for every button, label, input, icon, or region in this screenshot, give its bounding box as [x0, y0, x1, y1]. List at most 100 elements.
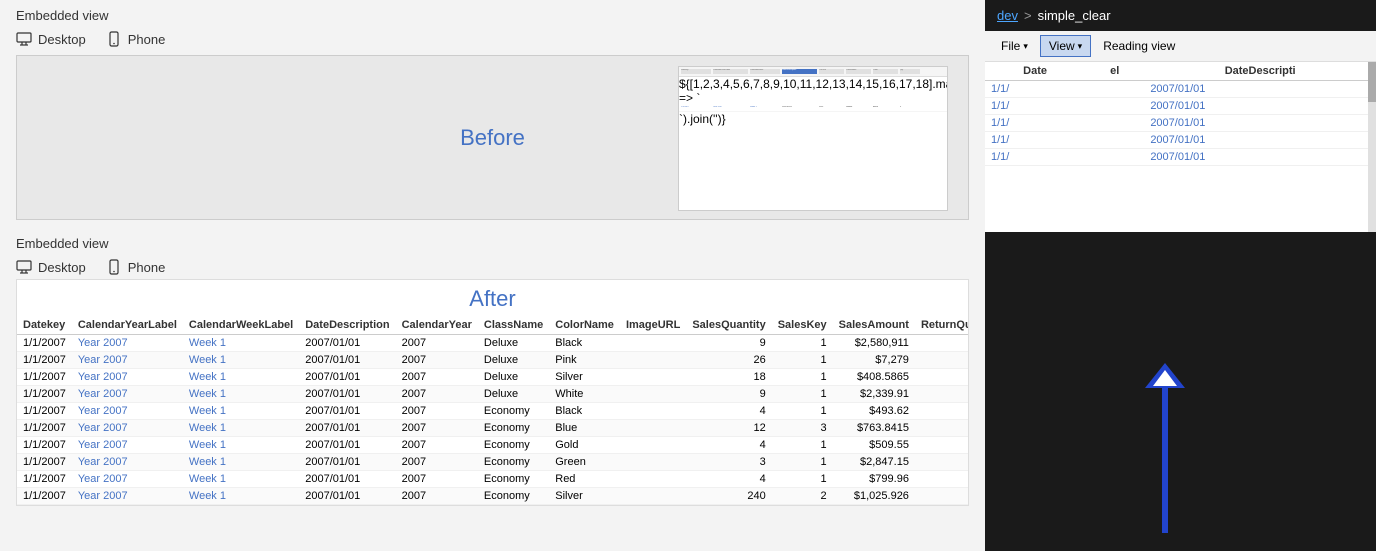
- table-cell: Year 2007: [72, 335, 183, 352]
- table-cell: Week 1: [183, 471, 299, 488]
- table-cell: Economy: [478, 437, 549, 454]
- table-cell: Year 2007: [72, 437, 183, 454]
- file-label: File: [1001, 39, 1020, 53]
- desktop-icon-1: [16, 31, 32, 47]
- table-cell: 2007/01/01: [299, 369, 395, 386]
- col-imageurl: ImageURL: [620, 316, 686, 335]
- col-returnquantity: ReturnQuantity: [915, 316, 968, 335]
- table-cell: Deluxe: [478, 335, 549, 352]
- table-cell: Year 2007: [72, 454, 183, 471]
- table-cell: $2,847.15: [833, 454, 915, 471]
- before-thumbnail: Datekey CalendarYearLabel CalendarWeek D…: [678, 66, 948, 211]
- table-cell: Economy: [478, 488, 549, 505]
- table-cell: Red: [549, 471, 620, 488]
- table-cell: $493.62: [833, 403, 915, 420]
- table-row: 1/1/2007Year 2007Week 12007/01/012007Del…: [17, 335, 968, 352]
- scrollbar-thumb[interactable]: [1368, 62, 1376, 102]
- table-cell: [620, 386, 686, 403]
- table-cell: [620, 488, 686, 505]
- right-col-date: Date: [985, 62, 1085, 81]
- right-col-datedescripti: DateDescripti: [1144, 62, 1376, 81]
- right-scrollbar[interactable]: [1368, 62, 1376, 232]
- table-cell: Green: [549, 454, 620, 471]
- table-cell: 9: [686, 386, 771, 403]
- table-cell: 1: [915, 352, 968, 369]
- table-cell: 1: [915, 454, 968, 471]
- table-cell: 2007: [396, 386, 478, 403]
- table-cell: 1: [772, 403, 833, 420]
- reading-view-button[interactable]: Reading view: [1095, 36, 1183, 56]
- table-cell: $408.5865: [833, 369, 915, 386]
- view-toggle-2: Desktop Phone: [0, 255, 985, 279]
- table-cell: 4: [686, 437, 771, 454]
- upward-arrow: [1125, 358, 1205, 538]
- table-cell: Year 2007: [72, 420, 183, 437]
- table-cell: White: [549, 386, 620, 403]
- table-cell: Week 1: [183, 437, 299, 454]
- table-cell: 1: [915, 488, 968, 505]
- table-cell: $1,025.926: [833, 488, 915, 505]
- phone-icon-1: [106, 31, 122, 47]
- desktop-label-2: Desktop: [38, 260, 86, 275]
- table-cell: Year 2007: [72, 386, 183, 403]
- table-cell: 1/1/2007: [17, 352, 72, 369]
- table-cell: Gold: [549, 437, 620, 454]
- after-section: After Datekey CalendarYearLabel Calendar…: [16, 279, 969, 506]
- table-cell: 18: [686, 369, 771, 386]
- table-cell: Week 1: [183, 488, 299, 505]
- table-row: 1/1/2007Year 2007Week 12007/01/012007Del…: [17, 386, 968, 403]
- phone-icon-2: [106, 259, 122, 275]
- table-cell: 1: [772, 369, 833, 386]
- table-row: 1/1/2007Year 2007Week 12007/01/012007Eco…: [17, 420, 968, 437]
- table-cell: Economy: [478, 403, 549, 420]
- right-table-row: 1/1/2007/01/01: [985, 132, 1376, 149]
- right-panel: dev > simple_clear File ▾ View ▾ Reading…: [985, 0, 1376, 551]
- view-button[interactable]: View ▾: [1040, 35, 1091, 57]
- col-calendaryearlabel: CalendarYearLabel: [72, 316, 183, 335]
- view-toggle-1: Desktop Phone: [0, 27, 985, 55]
- file-button[interactable]: File ▾: [993, 36, 1036, 56]
- desktop-toggle-1[interactable]: Desktop: [16, 31, 86, 47]
- table-cell: 0: [915, 437, 968, 454]
- table-cell: $2,580,911: [833, 335, 915, 352]
- table-cell: [620, 403, 686, 420]
- right-table-area: Date el DateDescripti 1/1/2007/01/01 1/1…: [985, 62, 1376, 232]
- table-cell: 2007: [396, 471, 478, 488]
- table-cell: 26: [686, 352, 771, 369]
- col-calendarweeklabel: CalendarWeekLabel: [183, 316, 299, 335]
- phone-toggle-2[interactable]: Phone: [106, 259, 166, 275]
- table-cell: Week 1: [183, 335, 299, 352]
- table-cell: Blue: [549, 420, 620, 437]
- table-row: 1/1/2007Year 2007Week 12007/01/012007Eco…: [17, 471, 968, 488]
- table-cell: 2007/01/01: [299, 386, 395, 403]
- right-partial-table: Date el DateDescripti 1/1/2007/01/01 1/1…: [985, 62, 1376, 166]
- table-cell: $7,279: [833, 352, 915, 369]
- table-cell: 0: [915, 369, 968, 386]
- breadcrumb-separator: >: [1024, 8, 1032, 23]
- table-cell: 12: [686, 420, 771, 437]
- desktop-toggle-2[interactable]: Desktop: [16, 259, 86, 275]
- table-cell: Black: [549, 335, 620, 352]
- table-cell: Year 2007: [72, 352, 183, 369]
- phone-toggle-1[interactable]: Phone: [106, 31, 166, 47]
- col-datekey: Datekey: [17, 316, 72, 335]
- desktop-icon-2: [16, 259, 32, 275]
- right-table-row: 1/1/2007/01/01: [985, 115, 1376, 132]
- table-cell: Week 1: [183, 454, 299, 471]
- table-cell: $799.96: [833, 471, 915, 488]
- table-cell: [620, 369, 686, 386]
- table-cell: Week 1: [183, 369, 299, 386]
- table-row: 1/1/2007Year 2007Week 12007/01/012007Eco…: [17, 454, 968, 471]
- breadcrumb-dev-link[interactable]: dev: [997, 8, 1018, 23]
- col-classname: ClassName: [478, 316, 549, 335]
- table-cell: 3: [686, 454, 771, 471]
- table-cell: 0: [915, 403, 968, 420]
- table-cell: 1: [772, 386, 833, 403]
- table-cell: [620, 420, 686, 437]
- after-label: After: [17, 280, 968, 316]
- right-top-bar: dev > simple_clear: [985, 0, 1376, 31]
- table-cell: 1/1/2007: [17, 386, 72, 403]
- table-cell: $2,339.91: [833, 386, 915, 403]
- table-cell: 2007: [396, 488, 478, 505]
- table-cell: 2007: [396, 352, 478, 369]
